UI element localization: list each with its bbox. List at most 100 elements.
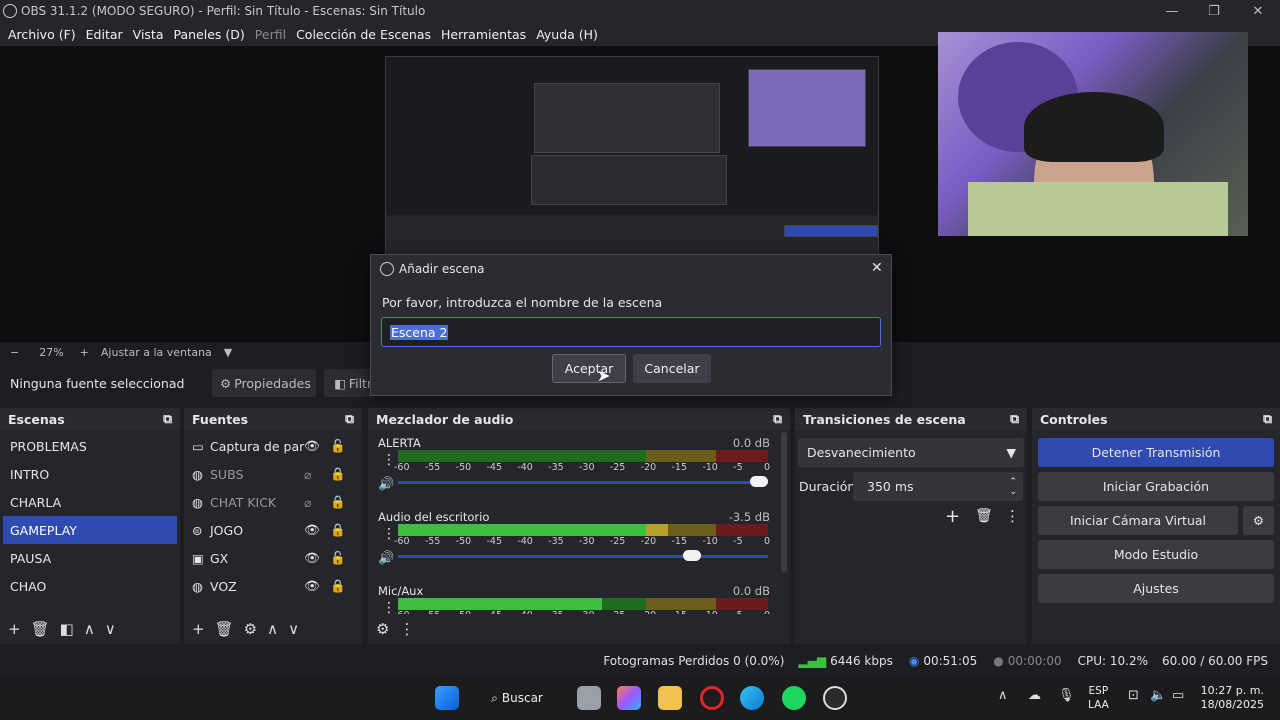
minimize-icon[interactable]: — [1150, 0, 1194, 22]
filters-button[interactable]: ◧ Filtr [324, 369, 372, 397]
source-item[interactable]: ▭ Captura de par 👁 🔓 [184, 432, 362, 460]
chevron-down-icon[interactable]: ▼ [224, 346, 232, 359]
lock-icon[interactable]: 🔒 [330, 522, 346, 538]
clock[interactable]: 10:27 p. m. 18/08/2025 [1198, 684, 1264, 712]
language-indicator[interactable]: ESP LAA [1088, 684, 1109, 712]
source-item[interactable]: ◍ CHAT KICK ⌀ 🔒 [184, 488, 362, 516]
scene-filters-icon[interactable]: ◧ [60, 620, 74, 638]
menu-archivo[interactable]: Archivo (F) [3, 27, 81, 42]
lock-icon[interactable]: 🔒 [330, 494, 346, 510]
mixer-scrollbar[interactable] [781, 432, 787, 572]
menu-ayuda[interactable]: Ayuda (H) [531, 27, 603, 42]
speaker-icon[interactable]: 🔊 [378, 477, 394, 492]
battery-icon[interactable]: ▭ [1172, 688, 1184, 703]
lock-icon[interactable]: 🔒 [330, 466, 346, 482]
opera-gx-icon[interactable] [700, 686, 724, 710]
eye-icon[interactable]: 👁 [304, 578, 320, 594]
spotify-icon[interactable] [782, 686, 806, 710]
eye-hidden-icon[interactable]: ⌀ [304, 467, 312, 482]
meter-scale-label: -15 [671, 462, 688, 473]
scene-item[interactable]: CHARLA [0, 488, 180, 516]
move-down-icon[interactable]: ∨ [288, 620, 299, 638]
search-label: Buscar [501, 691, 543, 705]
onedrive-icon[interactable]: ☁ [1028, 688, 1041, 703]
source-item[interactable]: ⊜ JOGO 👁 🔒 [184, 516, 362, 544]
move-down-icon[interactable]: ∨ [105, 620, 116, 638]
menu-vista[interactable]: Vista [128, 27, 169, 42]
scene-name-input[interactable]: Escena 2 [381, 317, 881, 347]
menu-paneles[interactable]: Paneles (D) [169, 27, 250, 42]
volume-slider-handle[interactable] [683, 550, 702, 561]
source-item[interactable]: ▣ GX 👁 🔓 [184, 544, 362, 572]
menu-herramientas[interactable]: Herramientas [436, 27, 531, 42]
start-virtual-camera-button[interactable]: Iniciar Cámara Virtual [1038, 506, 1238, 535]
close-icon[interactable]: ✕ [871, 260, 883, 276]
menu-perfil[interactable]: Perfil [250, 27, 291, 42]
taskbar-search[interactable]: ⌕ Buscar [476, 684, 558, 712]
zoom-out-icon[interactable]: − [10, 346, 19, 359]
properties-button[interactable]: ⚙ Propiedades [212, 369, 316, 397]
scene-item[interactable]: INTRO [0, 460, 180, 488]
microphone-icon[interactable]: 🎙 [1058, 688, 1075, 703]
zoom-in-icon[interactable]: + [80, 346, 89, 359]
scene-item[interactable]: CHAO [0, 572, 180, 600]
mixer-menu-icon[interactable]: ⋮ [399, 620, 414, 638]
scene-item-selected[interactable]: GAMEPLAY [3, 516, 177, 544]
source-item[interactable]: ◍ SUBS ⌀ 🔒 [184, 460, 362, 488]
virtual-camera-settings-icon[interactable]: ⚙ [1243, 506, 1274, 535]
add-transition-icon[interactable]: + [945, 506, 960, 527]
undock-icon[interactable]: ⧉ [1010, 411, 1019, 427]
transition-menu-icon[interactable]: ⋮ [1005, 507, 1020, 525]
transition-select[interactable]: Desvanecimiento ▼ [798, 438, 1024, 467]
file-explorer-widget-icon[interactable] [577, 686, 601, 710]
folder-icon[interactable] [658, 686, 682, 710]
accept-button[interactable]: Aceptar [552, 354, 626, 383]
duration-spinbox[interactable]: 350 ms ⌃ ⌄ [853, 472, 1023, 501]
advanced-audio-icon[interactable]: ⚙ [376, 620, 389, 638]
source-item[interactable]: ◍ VOZ 👁 🔒 [184, 572, 362, 600]
move-up-icon[interactable]: ∧ [267, 620, 278, 638]
lock-icon[interactable]: 🔒 [330, 578, 346, 594]
chevron-up-icon[interactable]: ∧ [998, 688, 1008, 703]
undock-icon[interactable]: ⧉ [773, 411, 782, 427]
lock-icon[interactable]: 🔓 [330, 438, 346, 454]
start-recording-button[interactable]: Iniciar Grabación [1038, 472, 1274, 501]
windows-start-icon[interactable] [435, 686, 459, 710]
remove-source-icon[interactable]: 🗑 [215, 620, 234, 638]
copilot-icon[interactable] [617, 686, 641, 710]
eye-icon[interactable]: 👁 [304, 550, 320, 566]
volume-slider-handle[interactable] [750, 476, 768, 487]
undock-icon[interactable]: ⧉ [163, 411, 172, 427]
zoom-fit-label[interactable]: Ajustar a la ventana [101, 346, 212, 359]
eye-icon[interactable]: 👁 [304, 522, 320, 538]
undock-icon[interactable]: ⧉ [345, 411, 354, 427]
close-window-icon[interactable]: ✕ [1236, 0, 1280, 22]
scene-item[interactable]: PROBLEMAS [0, 432, 180, 460]
settings-button[interactable]: Ajustes [1038, 574, 1274, 603]
menu-coleccion-escenas[interactable]: Colección de Escenas [291, 27, 436, 42]
remove-scene-icon[interactable]: 🗑 [31, 620, 50, 638]
status-bar: Fotogramas Perdidos 0 (0.0%) ▂▄▆ 6446 kb… [0, 648, 1280, 674]
move-up-icon[interactable]: ∧ [84, 620, 95, 638]
scene-item[interactable]: PAUSA [0, 544, 180, 572]
lock-icon[interactable]: 🔓 [330, 550, 346, 566]
spin-arrows-icon[interactable]: ⌃ ⌄ [1009, 477, 1017, 497]
speaker-icon[interactable]: 🔈 [1150, 688, 1166, 703]
remove-transition-icon[interactable]: 🗑 [975, 508, 993, 524]
add-source-icon[interactable]: + [192, 620, 205, 638]
cancel-button[interactable]: Cancelar [633, 354, 711, 383]
speaker-icon[interactable]: 🔊 [378, 551, 394, 566]
studio-mode-button[interactable]: Modo Estudio [1038, 540, 1274, 569]
network-icon[interactable]: ⊡ [1128, 688, 1139, 703]
maximize-icon[interactable]: ❐ [1192, 0, 1236, 22]
obs-taskbar-icon[interactable] [823, 686, 847, 710]
menu-editar[interactable]: Editar [81, 27, 128, 42]
add-scene-icon[interactable]: + [8, 620, 21, 638]
edge-icon[interactable] [740, 686, 764, 710]
undock-icon[interactable]: ⧉ [1263, 411, 1272, 427]
eye-hidden-icon[interactable]: ⌀ [304, 495, 312, 510]
clock-date: 18/08/2025 [1200, 698, 1264, 711]
source-settings-icon[interactable]: ⚙ [244, 620, 257, 638]
eye-icon[interactable]: 👁 [304, 438, 320, 454]
stop-stream-button[interactable]: Detener Transmisión [1038, 438, 1274, 467]
